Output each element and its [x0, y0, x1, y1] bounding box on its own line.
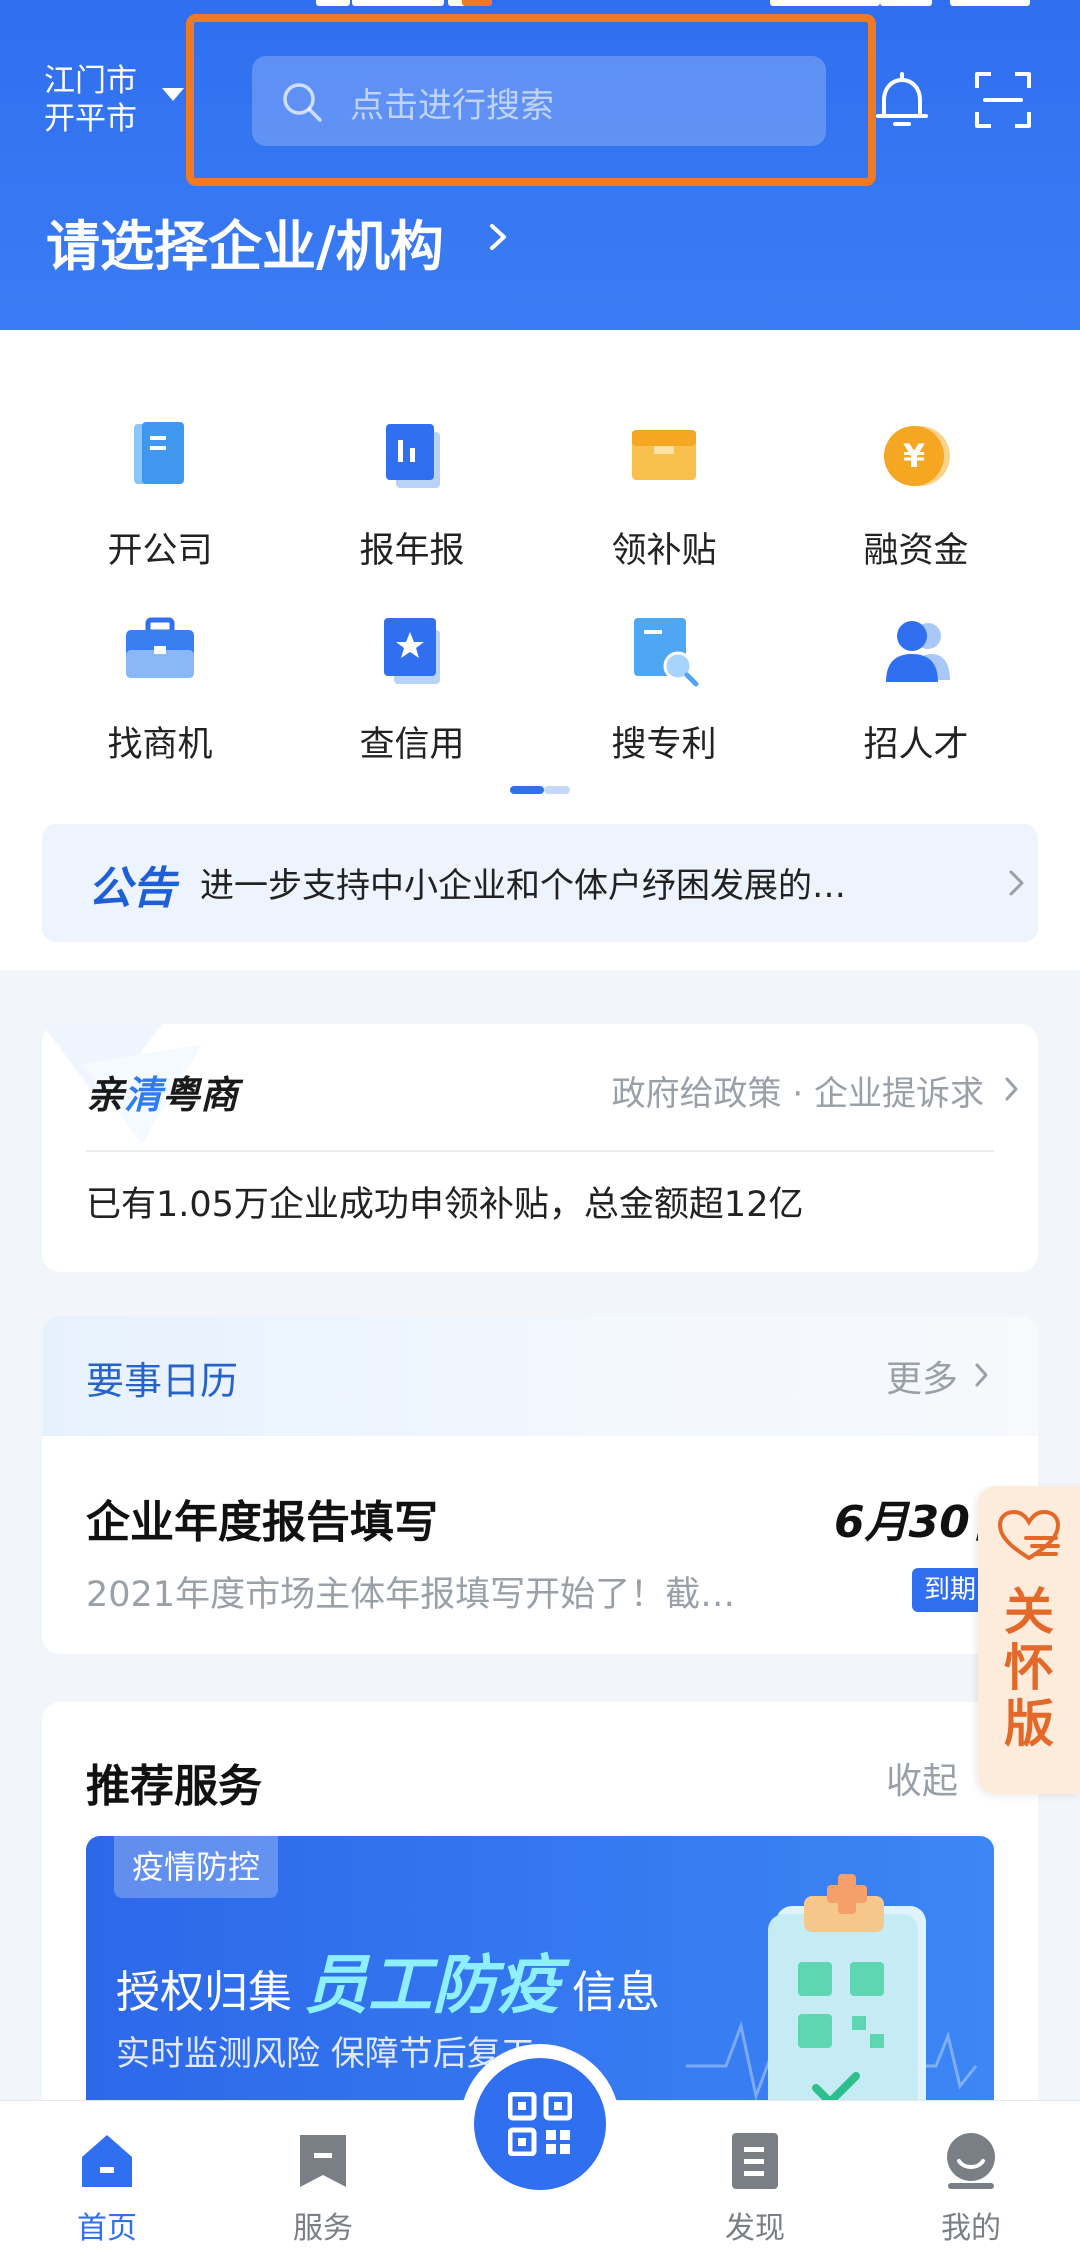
grid-item-annual-report[interactable]: 报年报	[312, 416, 512, 573]
company-selector[interactable]: 请选择企业/机构	[46, 202, 444, 281]
tab-label: 发现	[725, 2211, 785, 2246]
qinqing-title: 亲清粤商	[86, 1073, 239, 1117]
bell-icon[interactable]	[874, 72, 930, 132]
tab-home[interactable]: 首页	[42, 2131, 172, 2247]
chevron-right-icon	[1009, 870, 1024, 896]
grid-item-recruit-talent[interactable]: 招人才	[816, 610, 1016, 767]
header: 江门市 开平市 点击进行搜索 请选择企业/机构	[0, 0, 1080, 336]
qinqing-summary: 已有1.05万企业成功申领补贴，总金额超12亿	[86, 1185, 804, 1225]
notice-tag: 公告	[88, 863, 176, 914]
tab-label: 首页	[77, 2211, 137, 2246]
search-icon	[283, 83, 322, 122]
grid-label: 招人才	[863, 725, 969, 765]
clipboard-qr-icon	[686, 1874, 978, 2122]
banner-tag: 疫情防控	[114, 1836, 279, 1898]
calendar-more-link[interactable]: 更多	[886, 1350, 958, 1402]
qinqing-links[interactable]: 政府给政策 · 企业提诉求	[612, 1066, 984, 1115]
grid-label: 领补贴	[611, 531, 717, 571]
collapse-button[interactable]: 收起	[886, 1752, 958, 1804]
grid-label: 融资金	[863, 531, 969, 571]
notice-text: 进一步支持中小企业和个体户纾困发展的…	[200, 866, 846, 906]
tab-mine[interactable]: 我的	[906, 2131, 1036, 2247]
service-bookmark-icon	[300, 2135, 346, 2187]
credit-star-icon	[384, 618, 440, 684]
calendar-item-desc: 2021年度市场主体年报填写开始了！截…	[86, 1575, 736, 1615]
chevron-right-icon	[1005, 1077, 1018, 1101]
grid-label: 查信用	[359, 725, 465, 765]
svg-text:¥: ¥	[903, 437, 925, 475]
grid-pager	[510, 786, 570, 794]
briefcase-icon	[126, 617, 194, 678]
recommend-title: 推荐服务	[86, 1761, 262, 1812]
care-mode-label: 关怀版	[1004, 1583, 1054, 1753]
grid-item-credit[interactable]: 查信用	[312, 610, 512, 767]
city-name: 江门市	[44, 63, 137, 99]
grid-label: 报年报	[359, 531, 465, 571]
grid-item-business-opportunity[interactable]: 找商机	[60, 610, 260, 767]
city-dropdown-icon[interactable]	[162, 88, 184, 101]
tab-label: 服务	[293, 2211, 353, 2246]
search-placeholder: 点击进行搜索	[350, 86, 554, 126]
search-input[interactable]: 点击进行搜索	[252, 56, 826, 146]
chevron-right-icon	[975, 1363, 988, 1387]
annual-report-icon	[386, 424, 440, 488]
chevron-right-icon[interactable]	[486, 222, 512, 252]
discover-doc-icon	[732, 2133, 778, 2189]
qr-code-icon	[508, 2092, 572, 2156]
talent-users-icon	[886, 621, 950, 682]
tab-discover[interactable]: 发现	[690, 2131, 820, 2247]
banner-subtitle: 实时监测风险 保障节后复工	[116, 2034, 535, 2074]
qinqing-card[interactable]: 亲清粤商 政府给政策 · 企业提诉求 已有1.05万企业成功申领补贴，总金额超1…	[42, 1024, 1038, 1272]
profile-icon	[947, 2133, 995, 2189]
banner-headline: 授权归集 员工防疫 信息	[116, 1949, 660, 2023]
calendar-title: 要事日历	[86, 1359, 239, 1403]
grid-label: 找商机	[107, 725, 213, 765]
notice-bar[interactable]: 公告 进一步支持中小企业和个体户纾困发展的…	[42, 824, 1038, 942]
care-mode-button[interactable]: 关怀版	[978, 1486, 1080, 1794]
divider	[86, 1150, 994, 1152]
subsidy-box-icon	[632, 430, 696, 480]
city-selector[interactable]: 江门市 开平市	[44, 62, 137, 138]
status-badge: 到期	[912, 1568, 989, 1612]
tab-label: 我的	[941, 2211, 1001, 2246]
grid-item-financing[interactable]: ¥ 融资金	[816, 416, 1016, 573]
quick-services-panel: 开公司 报年报 领补贴 ¥ 融资金 找商机 查信用 搜专利 招人才 公告 进一步…	[0, 330, 1080, 970]
company-doc-icon	[134, 422, 184, 484]
qr-code-button[interactable]	[474, 2058, 606, 2190]
grid-item-subsidy[interactable]: 领补贴	[564, 416, 764, 573]
home-icon	[82, 2135, 132, 2187]
grid-item-patent-search[interactable]: 搜专利	[564, 610, 764, 767]
grid-label: 开公司	[107, 531, 213, 571]
scan-icon[interactable]	[975, 72, 1031, 128]
calendar-card[interactable]: 要事日历 更多 企业年度报告填写 6月30日 2021年度市场主体年报填写开始了…	[42, 1316, 1038, 1654]
patent-search-icon	[634, 618, 699, 687]
heart-hands-icon	[997, 1509, 1061, 1561]
district-name: 开平市	[44, 101, 137, 137]
calendar-item-title: 企业年度报告填写	[86, 1497, 438, 1548]
grid-label: 搜专利	[611, 725, 717, 765]
yen-coin-icon: ¥	[884, 426, 950, 486]
tab-service[interactable]: 服务	[258, 2131, 388, 2247]
grid-item-open-company[interactable]: 开公司	[60, 416, 260, 573]
